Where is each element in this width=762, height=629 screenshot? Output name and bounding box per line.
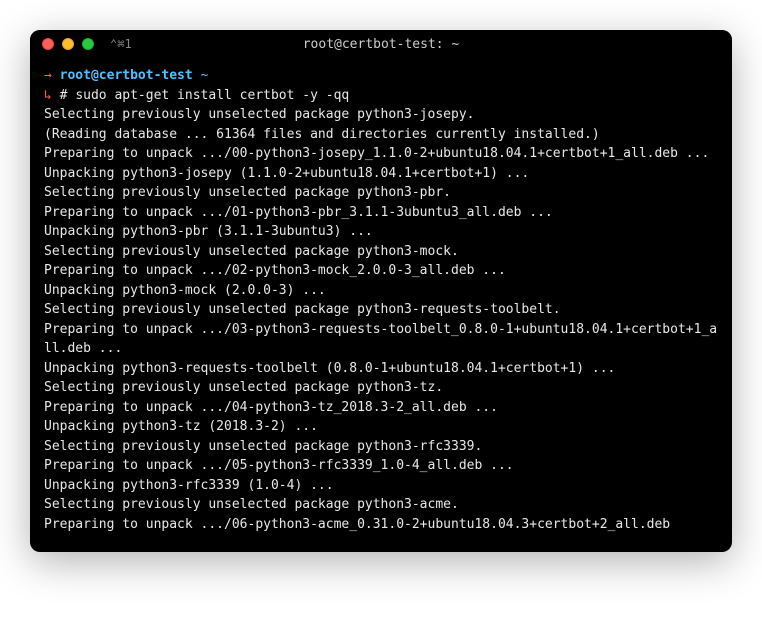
output-line: Unpacking python3-tz (2018.3-2) ...: [44, 417, 718, 437]
prompt-host: root@certbot-test: [60, 68, 193, 83]
output-line: Unpacking python3-pbr (3.1.1-3ubuntu3) .…: [44, 222, 718, 242]
prompt-arrow-icon: →: [44, 68, 52, 83]
branch-arrow-icon: ↳: [44, 88, 52, 103]
prompt-marker: #: [60, 88, 68, 103]
command-text: sudo apt-get install certbot -y -qq: [75, 88, 349, 103]
output-line: Selecting previously unselected package …: [44, 495, 718, 515]
titlebar[interactable]: ⌃⌘1 root@certbot-test: ~: [30, 30, 732, 58]
output-line: Selecting previously unselected package …: [44, 183, 718, 203]
output-line: Selecting previously unselected package …: [44, 300, 718, 320]
output-line: Preparing to unpack .../06-python3-acme_…: [44, 515, 718, 535]
output-line: Selecting previously unselected package …: [44, 378, 718, 398]
output-line: Selecting previously unselected package …: [44, 105, 718, 125]
output-line: Unpacking python3-requests-toolbelt (0.8…: [44, 359, 718, 379]
output-line: Unpacking python3-rfc3339 (1.0-4) ...: [44, 476, 718, 496]
maximize-icon[interactable]: [82, 38, 94, 50]
terminal-window: ⌃⌘1 root@certbot-test: ~ → root@certbot-…: [30, 30, 732, 552]
output-line: Preparing to unpack .../04-python3-tz_20…: [44, 398, 718, 418]
prompt-path: ~: [201, 68, 209, 83]
close-icon[interactable]: [42, 38, 54, 50]
titlebar-shortcut: ⌃⌘1: [110, 37, 132, 51]
output-line: Preparing to unpack .../03-python3-reque…: [44, 320, 718, 359]
output-container: Selecting previously unselected package …: [44, 105, 718, 534]
output-line: Preparing to unpack .../00-python3-josep…: [44, 144, 718, 164]
output-line: Preparing to unpack .../05-python3-rfc33…: [44, 456, 718, 476]
output-line: Unpacking python3-mock (2.0.0-3) ...: [44, 281, 718, 301]
output-line: Preparing to unpack .../02-python3-mock_…: [44, 261, 718, 281]
window-title: root@certbot-test: ~: [303, 37, 460, 52]
terminal-body[interactable]: → root@certbot-test ~↳ # sudo apt-get in…: [30, 58, 732, 552]
output-line: Preparing to unpack .../01-python3-pbr_3…: [44, 203, 718, 223]
output-line: (Reading database ... 61364 files and di…: [44, 125, 718, 145]
prompt-line-2: ↳ # sudo apt-get install certbot -y -qq: [44, 86, 718, 106]
minimize-icon[interactable]: [62, 38, 74, 50]
output-line: Selecting previously unselected package …: [44, 437, 718, 457]
prompt-line-1: → root@certbot-test ~: [44, 66, 718, 86]
output-line: Unpacking python3-josepy (1.1.0-2+ubuntu…: [44, 164, 718, 184]
output-line: Selecting previously unselected package …: [44, 242, 718, 262]
traffic-lights: [42, 38, 94, 50]
